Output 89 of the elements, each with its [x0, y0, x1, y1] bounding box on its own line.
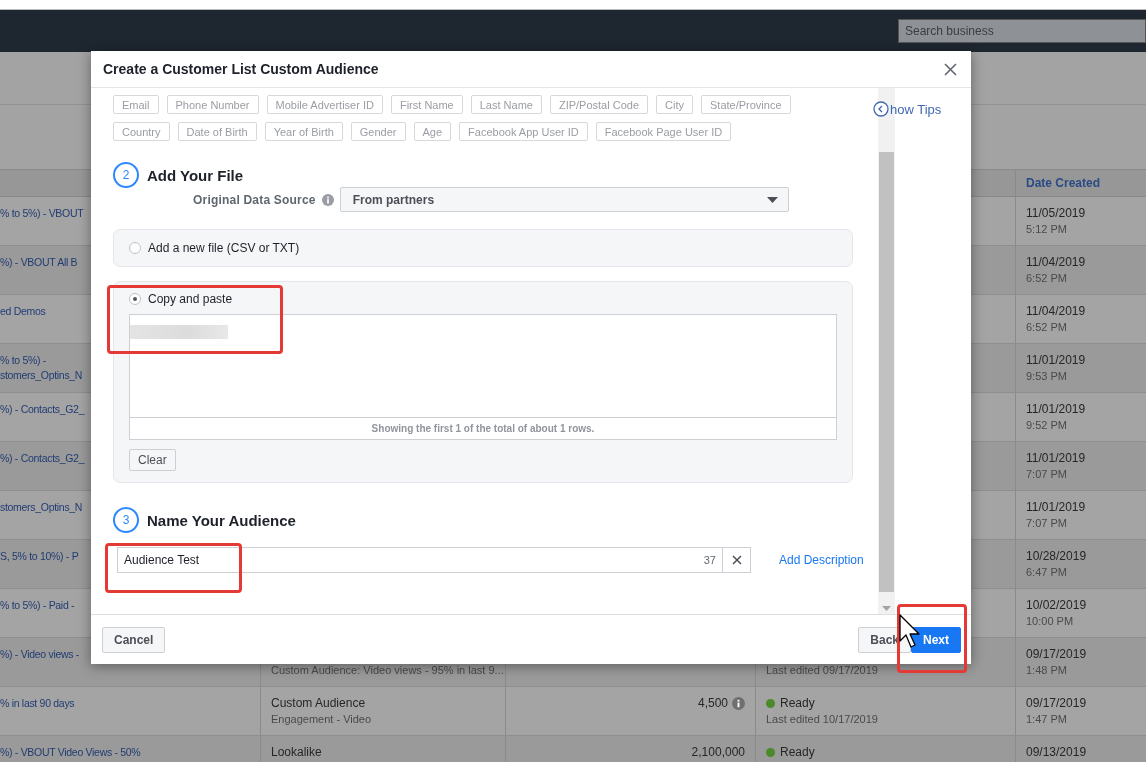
- audience-name[interactable]: % in last 90 days: [0, 696, 75, 711]
- identifier-tag: Last Name: [470, 95, 542, 114]
- identifier-tag: Country: [113, 122, 170, 141]
- audience-type-detail: Engagement - Video: [271, 712, 372, 727]
- step-number: 2: [113, 162, 139, 188]
- audience-size: 4,500: [697, 696, 745, 711]
- status-label: Ready: [780, 745, 815, 760]
- add-description-link[interactable]: Add Description: [779, 553, 864, 567]
- search-field[interactable]: Search business: [898, 19, 1146, 43]
- paste-area[interactable]: [129, 314, 837, 418]
- source-select[interactable]: From partners: [339, 187, 789, 212]
- time-created: 6:52 PM: [1026, 271, 1067, 286]
- info-icon: [321, 193, 334, 206]
- audience-name[interactable]: %) - VBOUT All B: [0, 255, 78, 270]
- audience-name[interactable]: % to 5%) - Paid -: [0, 598, 75, 613]
- radio-button[interactable]: [129, 242, 141, 254]
- time-created: 7:07 PM: [1026, 516, 1067, 531]
- step-number: 3: [113, 507, 139, 533]
- date-created: 11/04/2019: [1026, 255, 1086, 270]
- audience-name[interactable]: S, 5% to 10%) - P: [0, 549, 79, 564]
- status-detail: Last edited 10/17/2019: [766, 712, 878, 727]
- audience-name[interactable]: ed Demos: [0, 304, 46, 319]
- clear-button[interactable]: Clear: [129, 449, 176, 471]
- audience-name[interactable]: %) - Contacts_G2_: [0, 451, 85, 466]
- step-title: Add Your File: [147, 166, 244, 184]
- identifier-tag: Year of Birth: [264, 122, 343, 141]
- time-created: 6:52 PM: [1026, 320, 1067, 335]
- identifier-tag: Facebook App User ID: [459, 122, 588, 141]
- date-created: 11/01/2019: [1026, 402, 1086, 417]
- time-created: 9:52 PM: [1026, 418, 1067, 433]
- identifier-tag: Facebook Page User ID: [595, 122, 732, 141]
- date-created: 11/01/2019: [1026, 353, 1086, 368]
- audience-name[interactable]: stomers_Optins_N: [0, 368, 83, 383]
- status-dot: [766, 748, 775, 757]
- scroll-down-icon[interactable]: [882, 606, 891, 611]
- identifier-tag: Gender: [350, 122, 406, 141]
- identifier-tag: Date of Birth: [177, 122, 257, 141]
- date-created: 11/01/2019: [1026, 500, 1086, 515]
- audience-type: Custom Audience: [271, 696, 366, 711]
- time-created: 10:00 PM: [1026, 614, 1074, 629]
- audience-name[interactable]: %) - VBOUT Video Views - 50%: [0, 745, 141, 760]
- column-header[interactable]: Date Created: [1026, 176, 1101, 190]
- audience-name[interactable]: % to 5%) - VBOUT: [0, 206, 84, 221]
- option-label[interactable]: Copy and paste: [148, 292, 233, 306]
- date-created: 10/02/2019: [1026, 598, 1087, 613]
- audience-size: 2,100,000: [691, 745, 745, 760]
- clear-icon[interactable]: [723, 547, 751, 573]
- time-created: 9:53 PM: [1026, 369, 1067, 384]
- date-created: 09/17/2019: [1026, 696, 1087, 711]
- close-icon[interactable]: [942, 60, 959, 78]
- date-created: 09/13/2019: [1026, 745, 1087, 760]
- time-created: 1:47 PM: [1026, 712, 1067, 727]
- date-created: 09/17/2019: [1026, 647, 1087, 662]
- audience-type-detail: Custom Audience: Video views - 95% in last 9...: [271, 663, 504, 678]
- radio-button[interactable]: [129, 293, 141, 305]
- next-button[interactable]: Next: [911, 626, 961, 653]
- status-detail: Last edited 09/17/2019: [766, 663, 878, 678]
- field-label: Original Data Source: [193, 192, 316, 207]
- dialog-title: Create a Customer List Custom Audience: [103, 61, 379, 77]
- cancel-button[interactable]: Cancel: [102, 626, 166, 653]
- identifier-tag: First Name: [390, 95, 463, 114]
- show-tips-link[interactable]: how Tips: [873, 101, 942, 117]
- audience-name[interactable]: % to 5%) -: [0, 353, 46, 368]
- status-label: Ready: [780, 696, 815, 711]
- date-created: 11/05/2019: [1026, 206, 1086, 221]
- identifier-tag: City: [656, 95, 693, 114]
- identifier-tag: Email: [113, 95, 159, 114]
- identifier-tag: State/Province: [701, 95, 791, 114]
- chevron-left-icon: [873, 101, 889, 117]
- time-created: 6:47 PM: [1026, 565, 1067, 580]
- date-created: 11/04/2019: [1026, 304, 1086, 319]
- time-created: 7:07 PM: [1026, 467, 1067, 482]
- date-created: 10/28/2019: [1026, 549, 1087, 564]
- time-created: 5:12 PM: [1026, 222, 1067, 237]
- character-counter: 37: [703, 554, 716, 566]
- audience-type: Lookalike: [271, 745, 322, 760]
- audience-name[interactable]: %) - Contacts_G2_: [0, 402, 85, 417]
- identifier-tag: Age: [413, 122, 452, 141]
- audience-name[interactable]: stomers_Optins_N: [0, 500, 83, 515]
- identifier-tag: ZIP/Postal Code: [549, 95, 649, 114]
- status-dot: [766, 699, 775, 708]
- preview-note: Showing the first 1 of the total of about 1 rows.: [129, 418, 837, 440]
- identifier-tag: Mobile Advertiser ID: [266, 95, 383, 114]
- step-title: Name Your Audience: [147, 511, 296, 529]
- identifier-tag: Phone Number: [166, 95, 259, 114]
- option-label[interactable]: Add a new file (CSV or TXT): [148, 241, 300, 255]
- audience-name[interactable]: %) - Video views -: [0, 647, 79, 662]
- date-created: 11/01/2019: [1026, 451, 1086, 466]
- time-created: 1:48 PM: [1026, 663, 1067, 678]
